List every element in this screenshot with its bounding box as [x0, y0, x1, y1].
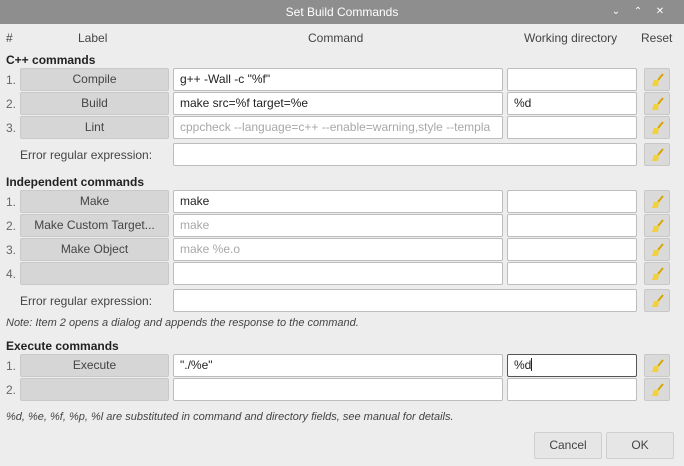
label-button-empty[interactable]: [20, 262, 169, 285]
text-caret: [531, 358, 533, 371]
workdir-field[interactable]: [507, 378, 637, 401]
cancel-button[interactable]: Cancel: [534, 432, 602, 459]
close-icon[interactable]: ✕: [652, 4, 668, 20]
reset-button[interactable]: [644, 190, 670, 213]
command-field[interactable]: g++ -Wall -c "%f": [173, 68, 503, 91]
label-button-make-object[interactable]: Make Object: [20, 238, 169, 261]
reset-button[interactable]: [644, 116, 670, 139]
workdir-field[interactable]: [507, 68, 637, 91]
broom-icon: [652, 97, 664, 110]
header-reset: Reset: [641, 31, 673, 45]
minimize-icon[interactable]: ⌄: [608, 4, 624, 20]
workdir-value: %d: [514, 358, 532, 372]
row-number: 2.: [6, 383, 17, 397]
command-field[interactable]: [173, 262, 503, 285]
error-regex-label: Error regular expression:: [20, 294, 153, 308]
row-number: 3.: [6, 243, 17, 257]
workdir-field[interactable]: [507, 214, 637, 237]
section-title-execute: Execute commands: [6, 339, 119, 353]
title-bar: Set Build Commands ⌄ ⌃ ✕: [0, 0, 684, 24]
broom-icon: [652, 359, 664, 372]
command-field[interactable]: "./%e": [173, 354, 503, 377]
command-field[interactable]: make %e.o: [173, 238, 503, 261]
reset-button[interactable]: [644, 378, 670, 401]
error-regex-label: Error regular expression:: [20, 148, 153, 162]
command-field[interactable]: make: [173, 214, 503, 237]
reset-button[interactable]: [644, 238, 670, 261]
section-title-independent: Independent commands: [6, 175, 145, 189]
label-button-build[interactable]: Build: [20, 92, 169, 115]
workdir-field[interactable]: %d: [507, 92, 637, 115]
row-number: 1.: [6, 195, 17, 209]
workdir-field[interactable]: [507, 238, 637, 261]
section-title-cpp: C++ commands: [6, 53, 96, 67]
maximize-icon[interactable]: ⌃: [630, 4, 646, 20]
broom-icon: [652, 294, 664, 307]
command-field[interactable]: make src=%f target=%e: [173, 92, 503, 115]
label-button-empty[interactable]: [20, 378, 169, 401]
command-field[interactable]: cppcheck --language=c++ --enable=warning…: [173, 116, 503, 139]
broom-icon: [652, 383, 664, 396]
reset-button[interactable]: [644, 262, 670, 285]
row-number: 2.: [6, 97, 17, 111]
header-command: Command: [308, 31, 364, 45]
label-button-make[interactable]: Make: [20, 190, 169, 213]
reset-button[interactable]: [644, 214, 670, 237]
workdir-field[interactable]: %d: [507, 354, 637, 377]
header-label: Label: [78, 31, 108, 45]
error-regex-field[interactable]: [173, 143, 637, 166]
row-number: 4.: [6, 267, 17, 281]
header-num: #: [6, 31, 13, 45]
label-button-compile[interactable]: Compile: [20, 68, 169, 91]
reset-button[interactable]: [644, 92, 670, 115]
row-number: 1.: [6, 73, 17, 87]
error-regex-field[interactable]: [173, 289, 637, 312]
workdir-field[interactable]: [507, 262, 637, 285]
broom-icon: [652, 148, 664, 161]
broom-icon: [652, 267, 664, 280]
broom-icon: [652, 243, 664, 256]
reset-button[interactable]: [644, 289, 670, 312]
row-number: 1.: [6, 359, 17, 373]
ok-button[interactable]: OK: [606, 432, 674, 459]
independent-note: Note: Item 2 opens a dialog and appends …: [6, 317, 359, 329]
label-button-execute[interactable]: Execute: [20, 354, 169, 377]
label-button-make-custom-target[interactable]: Make Custom Target...: [20, 214, 169, 237]
command-field[interactable]: [173, 378, 503, 401]
header-workdir: Working directory: [524, 31, 618, 45]
workdir-field[interactable]: [507, 190, 637, 213]
broom-icon: [652, 121, 664, 134]
broom-icon: [652, 195, 664, 208]
label-button-lint[interactable]: Lint: [20, 116, 169, 139]
window-title: Set Build Commands: [285, 5, 399, 19]
reset-button[interactable]: [644, 354, 670, 377]
reset-button[interactable]: [644, 68, 670, 91]
broom-icon: [652, 219, 664, 232]
workdir-field[interactable]: [507, 116, 637, 139]
command-field[interactable]: make: [173, 190, 503, 213]
row-number: 2.: [6, 219, 17, 233]
row-number: 3.: [6, 121, 17, 135]
broom-icon: [652, 73, 664, 86]
footer-note: %d, %e, %f, %p, %l are substituted in co…: [6, 411, 454, 423]
reset-button[interactable]: [644, 143, 670, 166]
